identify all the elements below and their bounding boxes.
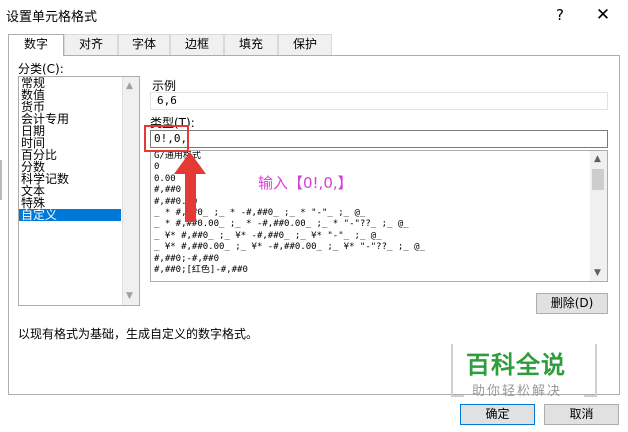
watermark-slogan: 助你轻松解决 [472, 384, 563, 399]
tab-number[interactable]: 数字 [8, 34, 64, 56]
annotation-text: 输入【0!,0,】 [258, 174, 353, 192]
watermark-logo-text: 百科全说 [466, 351, 566, 379]
watermark: 百科全说 助你轻松解决 [444, 340, 604, 402]
